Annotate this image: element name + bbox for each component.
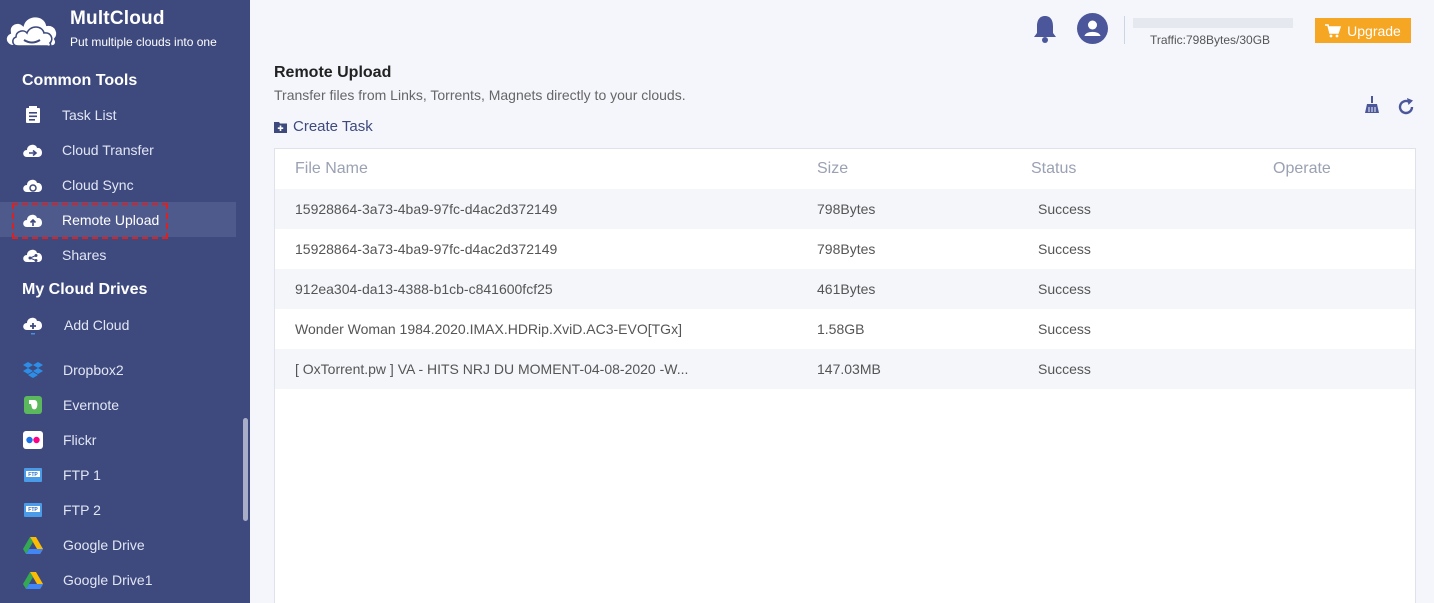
column-header-file-name[interactable]: File Name: [295, 160, 695, 178]
remote-upload-table: File Name Size Status Operate 15928864-3…: [274, 148, 1416, 603]
task-list-icon: [22, 105, 44, 125]
cloud-transfer-icon: [22, 140, 44, 160]
nav-label: Task List: [62, 107, 117, 123]
file-size: 798Bytes: [817, 201, 876, 217]
column-header-operate: Operate: [1273, 160, 1331, 177]
flickr-icon: [22, 430, 44, 450]
traffic-text: Traffic:798Bytes/30GB: [1150, 33, 1271, 47]
nav-label: FTP 1: [63, 467, 101, 483]
sidebar: MultCloud Put multiple clouds into one C…: [0, 0, 250, 603]
table-row[interactable]: [ OxTorrent.pw ] VA - HITS NRJ DU MOMENT…: [275, 349, 1415, 389]
file-name: [ OxTorrent.pw ] VA - HITS NRJ DU MOMENT…: [295, 361, 689, 377]
ftp-icon: FTP: [22, 500, 44, 520]
table-header: File Name Size Status Operate: [275, 149, 1415, 189]
nav-label: Flickr: [63, 432, 97, 448]
file-name: 912ea304-da13-4388-b1cb-c841600fcf25: [295, 281, 553, 297]
cloud-sync-icon: [22, 175, 44, 195]
file-name: 15928864-3a73-4ba9-97fc-d4ac2d372149: [295, 201, 558, 217]
nav-label: Dropbox2: [63, 362, 124, 378]
task-status: Success: [1038, 241, 1091, 257]
nav-label: Google Drive: [63, 537, 145, 553]
svg-text:FTP: FTP: [28, 472, 38, 478]
header-divider: [1124, 16, 1125, 44]
sidebar-scrollbar[interactable]: [243, 418, 248, 521]
nav-item-ftp1[interactable]: FTP FTP 1: [0, 457, 236, 492]
google-drive-icon: [22, 535, 44, 555]
cart-icon: [1325, 23, 1342, 37]
nav-item-add-cloud[interactable]: Add Cloud: [0, 307, 236, 342]
google-drive-icon: [22, 570, 44, 590]
column-header-status[interactable]: Status: [1031, 160, 1181, 178]
nav-item-evernote[interactable]: Evernote: [0, 387, 236, 422]
bell-icon[interactable]: [1032, 14, 1058, 44]
nav-item-google-drive[interactable]: Google Drive: [0, 527, 236, 562]
highlight-box: [12, 203, 168, 239]
upgrade-button[interactable]: Upgrade: [1315, 18, 1411, 43]
user-avatar-icon[interactable]: [1077, 13, 1108, 44]
file-name: Wonder Woman 1984.2020.IMAX.HDRip.XviD.A…: [295, 321, 682, 337]
nav-label: Cloud Sync: [62, 177, 134, 193]
broom-icon[interactable]: [1363, 96, 1381, 114]
task-status: Success: [1038, 201, 1091, 217]
nav-label: Evernote: [63, 397, 120, 413]
task-status: Success: [1038, 321, 1091, 337]
traffic-progress-bar: [1133, 18, 1293, 28]
table-row[interactable]: 912ea304-da13-4388-b1cb-c841600fcf25 461…: [275, 269, 1415, 309]
table-row[interactable]: 15928864-3a73-4ba9-97fc-d4ac2d372149 798…: [275, 229, 1415, 269]
nav-item-shares[interactable]: Shares: [0, 237, 236, 272]
nav-item-ftp2[interactable]: FTP FTP 2: [0, 492, 236, 527]
dropbox-icon: [22, 360, 44, 380]
nav-item-task-list[interactable]: Task List: [0, 97, 236, 132]
add-cloud-icon: [22, 315, 44, 335]
brand[interactable]: MultCloud Put multiple clouds into one: [0, 0, 250, 58]
task-status: Success: [1038, 361, 1091, 377]
nav-label: Shares: [62, 247, 107, 263]
brand-name: MultCloud: [70, 8, 165, 29]
nav-item-dropbox2[interactable]: Dropbox2: [0, 352, 236, 387]
brand-tagline: Put multiple clouds into one: [70, 35, 217, 49]
page-title: Remote Upload: [274, 64, 392, 81]
file-size: 461Bytes: [817, 281, 876, 297]
nav-item-google-drive1[interactable]: Google Drive1: [0, 562, 236, 597]
nav-label: Google Drive1: [63, 572, 153, 588]
common-tools-title: Common Tools: [22, 72, 138, 89]
page-subtitle: Transfer files from Links, Torrents, Mag…: [274, 87, 686, 103]
ftp-icon: FTP: [22, 465, 44, 485]
task-status: Success: [1038, 281, 1091, 297]
file-size: 1.58GB: [817, 321, 865, 337]
file-name: 15928864-3a73-4ba9-97fc-d4ac2d372149: [295, 241, 558, 257]
my-cloud-drives-title: My Cloud Drives: [22, 281, 148, 298]
cloud-share-icon: [22, 245, 44, 265]
create-task-button[interactable]: Create Task: [274, 116, 373, 136]
nav-item-cloud-transfer[interactable]: Cloud Transfer: [0, 132, 236, 167]
multcloud-logo-icon: [4, 15, 59, 48]
create-task-label: Create Task: [293, 117, 373, 135]
svg-text:FTP: FTP: [28, 507, 38, 513]
table-row[interactable]: Wonder Woman 1984.2020.IMAX.HDRip.XviD.A…: [275, 309, 1415, 349]
nav-label: Add Cloud: [64, 317, 130, 333]
upgrade-label: Upgrade: [1347, 22, 1401, 39]
add-folder-icon: [274, 121, 287, 133]
refresh-icon[interactable]: [1396, 97, 1416, 117]
file-size: 147.03MB: [817, 361, 881, 377]
column-header-size[interactable]: Size: [817, 160, 967, 178]
file-size: 798Bytes: [817, 241, 876, 257]
table-row[interactable]: 15928864-3a73-4ba9-97fc-d4ac2d372149 798…: [275, 189, 1415, 229]
nav-item-cloud-sync[interactable]: Cloud Sync: [0, 167, 236, 202]
nav-item-flickr[interactable]: Flickr: [0, 422, 236, 457]
nav-label: FTP 2: [63, 502, 101, 518]
nav-label: Cloud Transfer: [62, 142, 154, 158]
evernote-icon: [22, 395, 44, 415]
